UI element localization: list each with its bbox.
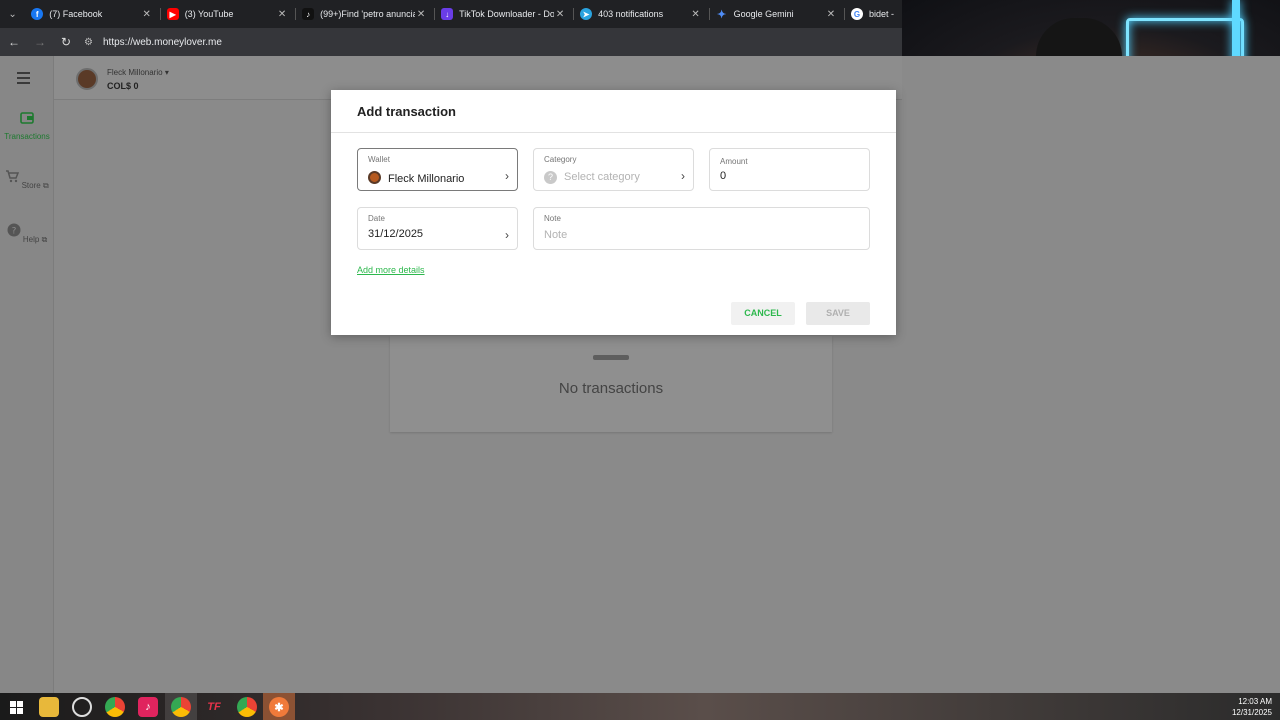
chevron-right-icon: › <box>681 169 685 183</box>
note-input[interactable]: Note <box>544 229 567 241</box>
date-field[interactable]: Date 31/12/2025 › <box>357 207 518 250</box>
note-field[interactable]: Note Note <box>533 207 870 250</box>
site-info-icon[interactable]: ⚙ <box>84 37 100 48</box>
youtube-icon: ▶ <box>166 8 179 20</box>
browser-tab-bar: ⌄ f (7) Facebook ✕ ▶ (3) YouTube ✕ ♪ (99… <box>0 0 902 28</box>
amount-field[interactable]: Amount 0 <box>709 148 870 191</box>
dialog-title: Add transaction <box>357 104 456 119</box>
tab-tiktok[interactable]: ♪ (99+)Find 'petro anuncia ✕ <box>296 0 436 28</box>
downloader-icon: ↓ <box>441 8 454 20</box>
empty-state-text: No transactions <box>558 380 664 397</box>
windows-taskbar: ♪ TF ✱ 12:03 AM 12/31/2025 <box>0 693 1280 720</box>
tab-facebook[interactable]: f (7) Facebook ✕ <box>25 0 161 28</box>
close-tab-icon[interactable]: ✕ <box>415 9 427 20</box>
chrome-active-icon[interactable] <box>171 697 191 717</box>
tab-search-chevron-icon[interactable]: ⌄ <box>0 0 25 28</box>
external-link-icon: ⧉ <box>42 181 49 190</box>
sidebar-item-store[interactable]: Store ⧉ <box>0 169 54 191</box>
caret-down-icon: ▾ <box>164 68 169 77</box>
sidebar-item-transactions[interactable]: Transactions <box>0 111 54 141</box>
back-arrow-icon[interactable]: ← <box>2 28 26 56</box>
sidebar-item-help[interactable]: ? Help ⧉ <box>0 223 54 245</box>
tab-gemini[interactable]: ✦ Google Gemini ✕ <box>710 0 845 28</box>
wallet-balance: COL$ 0 <box>107 81 139 91</box>
close-tab-icon[interactable]: ✕ <box>141 9 153 20</box>
file-explorer-icon[interactable] <box>39 697 59 717</box>
wallet-icon <box>368 171 381 184</box>
url-text: https://web.moneylover.me <box>103 36 222 48</box>
empty-transactions-card: No transactions <box>390 336 832 432</box>
external-link-icon: ⧉ <box>41 235 48 244</box>
tiktok-icon: ♪ <box>302 8 315 20</box>
cart-icon <box>6 170 20 183</box>
wallet-field[interactable]: Wallet Fleck Millonario › <box>357 148 518 191</box>
close-tab-icon[interactable]: ✕ <box>554 9 566 20</box>
google-icon: G <box>851 8 863 20</box>
chrome-icon[interactable] <box>105 697 125 717</box>
close-tab-icon[interactable]: ✕ <box>276 9 288 20</box>
hamburger-menu-icon[interactable] <box>17 72 37 86</box>
reload-icon[interactable]: ↻ <box>54 28 78 56</box>
gemini-icon: ✦ <box>716 8 727 21</box>
empty-state-icon <box>593 355 629 360</box>
browser-address-bar: ← → ↻ ⚙ https://web.moneylover.me <box>0 28 902 56</box>
category-field[interactable]: Category ? Select category › <box>533 148 694 191</box>
app-tf-icon[interactable]: TF <box>204 697 224 717</box>
cancel-button[interactable]: CANCEL <box>731 302 795 325</box>
tab-google[interactable]: G bidet - <box>845 0 902 28</box>
tab-tiktok-downloader[interactable]: ↓ TikTok Downloader - Dow ✕ <box>435 0 575 28</box>
divider <box>331 132 896 133</box>
wallet-icon <box>20 112 34 124</box>
telegram-icon: ➤ <box>580 8 593 20</box>
forward-arrow-icon[interactable]: → <box>28 28 52 56</box>
obs-icon[interactable] <box>72 697 92 717</box>
chevron-right-icon: › <box>505 228 509 242</box>
windows-start-icon[interactable] <box>6 697 26 717</box>
tiktok-icon[interactable]: ♪ <box>138 697 158 717</box>
system-clock[interactable]: 12:03 AM 12/31/2025 <box>1232 696 1272 718</box>
chrome-profile-icon[interactable] <box>237 697 257 717</box>
wallet-selector[interactable]: Fleck Millonario ▾ <box>107 68 169 77</box>
add-transaction-dialog: Add transaction Wallet Fleck Millonario … <box>331 90 896 335</box>
help-icon: ? <box>7 223 21 237</box>
app-orange-icon[interactable]: ✱ <box>269 697 289 717</box>
add-more-details-link[interactable]: Add more details <box>357 265 425 275</box>
question-icon: ? <box>544 171 557 184</box>
chevron-right-icon: › <box>505 169 509 183</box>
side-navigation: Transactions Store ⧉ ? Help ⧉ <box>0 56 54 693</box>
close-tab-icon[interactable]: ✕ <box>825 9 837 20</box>
tab-telegram[interactable]: ➤ 403 notifications ✕ <box>574 0 710 28</box>
url-bar[interactable]: ⚙ https://web.moneylover.me <box>84 31 222 53</box>
save-button[interactable]: SAVE <box>806 302 870 325</box>
facebook-icon: f <box>31 8 44 20</box>
svg-text:?: ? <box>11 227 16 237</box>
amount-input[interactable]: 0 <box>720 170 726 182</box>
close-tab-icon[interactable]: ✕ <box>690 9 702 20</box>
tab-youtube[interactable]: ▶ (3) YouTube ✕ <box>161 0 297 28</box>
wallet-avatar[interactable] <box>76 68 98 90</box>
